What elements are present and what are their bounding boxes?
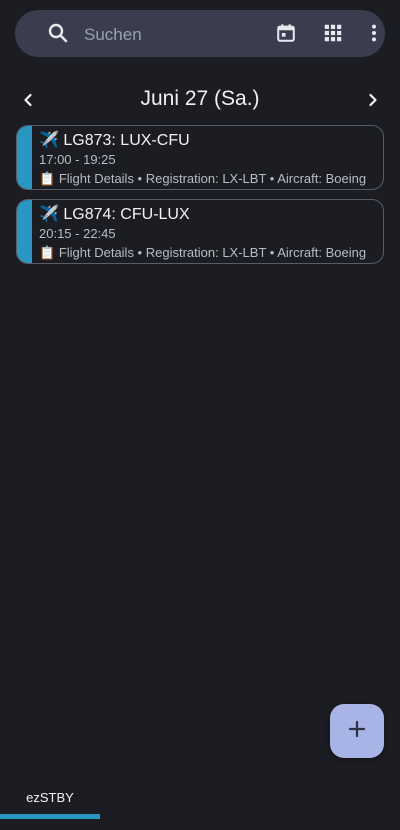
event-details-text: Flight Details • Registration: LX-LBT • … xyxy=(58,171,367,186)
event-color-bar xyxy=(17,126,32,189)
airplane-icon: ✈️ xyxy=(39,130,59,149)
event-title-text: LG874: CFU-LUX xyxy=(63,206,190,223)
more-vertical-icon[interactable] xyxy=(362,21,386,45)
event-details: 📋 Flight Details • Registration: LX-LBT … xyxy=(39,171,369,187)
event-title-text: LG873: LUX-CFU xyxy=(63,132,190,149)
chevron-right-icon[interactable] xyxy=(362,89,384,111)
airplane-icon: ✈️ xyxy=(39,204,59,223)
search-input[interactable] xyxy=(84,24,244,46)
app-screen: Juni 27 (Sa.) ✈️ LG873: LUX-CFU 17:00 - … xyxy=(0,0,400,830)
event-details: 📋 Flight Details • Registration: LX-LBT … xyxy=(39,245,369,261)
add-event-button[interactable] xyxy=(330,704,384,758)
event-title: ✈️ LG873: LUX-CFU xyxy=(39,130,190,150)
date-header: Juni 27 (Sa.) xyxy=(0,85,400,115)
tab-active-indicator xyxy=(0,814,100,819)
clipboard-icon: 📋 xyxy=(39,172,56,187)
bottom-tab-bar: ezSTBY xyxy=(0,785,400,830)
clipboard-icon: 📋 xyxy=(39,246,56,261)
event-time: 17:00 - 19:25 xyxy=(39,152,116,167)
date-title[interactable]: Juni 27 (Sa.) xyxy=(0,87,400,111)
event-card[interactable]: ✈️ LG873: LUX-CFU 17:00 - 19:25 📋 Flight… xyxy=(16,125,384,190)
event-time: 20:15 - 22:45 xyxy=(39,226,116,241)
tab-ezstby[interactable]: ezSTBY xyxy=(0,790,100,805)
grid-icon[interactable] xyxy=(321,21,345,45)
event-details-text: Flight Details • Registration: LX-LBT • … xyxy=(58,245,367,260)
calendar-icon[interactable] xyxy=(274,21,298,45)
search-bar[interactable] xyxy=(15,10,385,57)
search-icon[interactable] xyxy=(46,21,70,45)
event-card[interactable]: ✈️ LG874: CFU-LUX 20:15 - 22:45 📋 Flight… xyxy=(16,199,384,264)
event-color-bar xyxy=(17,200,32,263)
plus-icon xyxy=(347,719,367,744)
event-title: ✈️ LG874: CFU-LUX xyxy=(39,204,190,224)
